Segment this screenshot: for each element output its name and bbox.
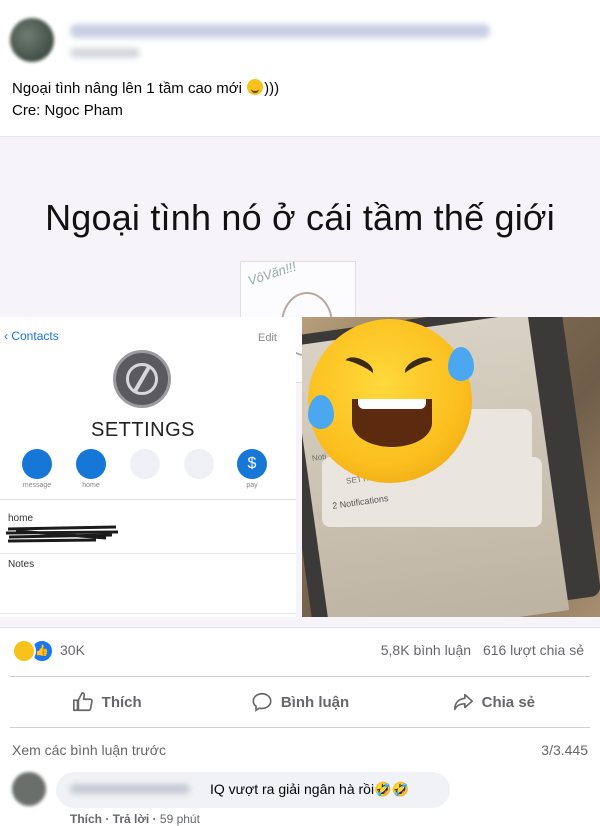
commenter-avatar[interactable] — [12, 772, 46, 806]
comment-like-link[interactable]: Thích — [70, 812, 102, 826]
thumbs-up-icon — [72, 692, 93, 712]
video-icon — [130, 449, 160, 479]
emoji-mouth — [352, 399, 432, 447]
view-previous-comments-link[interactable]: Xem các bình luận trước — [12, 742, 166, 758]
pay-icon: $ — [237, 449, 267, 479]
comment-bubble: IQ vượt ra giải ngân hà rồi🤣🤣 — [56, 772, 450, 808]
pay-label: pay — [246, 482, 258, 489]
comment-icon — [252, 692, 272, 712]
post-stats: 5,8K bình luận 616 lượt chia sẻ — [373, 642, 584, 658]
post-text-line-2: Cre: Ngoc Pham — [12, 102, 123, 119]
watermark-text: VôVăn!!! — [245, 258, 298, 289]
like-button[interactable]: Thích — [10, 677, 203, 727]
message-label: message — [22, 482, 52, 489]
settings-gear-icon — [113, 350, 171, 408]
share-count[interactable]: 616 lượt chia sẻ — [483, 642, 584, 658]
divider — [0, 613, 296, 614]
post-text-line-1: Ngoại tình nâng lên 1 tầm cao mới ))) — [12, 79, 280, 97]
contact-screenshot: ‹ Contacts Edit SETTINGS message home $ … — [0, 317, 296, 617]
home-action-label: home — [82, 482, 100, 489]
tear-drop — [308, 395, 334, 429]
censor-scribble — [6, 525, 118, 543]
share-icon — [453, 693, 473, 711]
haha-reaction-icon[interactable] — [12, 639, 36, 663]
comment-time[interactable]: 59 phút — [160, 812, 200, 826]
contacts-back-link: ‹ Contacts — [4, 329, 59, 343]
comment-count[interactable]: 5,8K bình luận — [381, 642, 471, 658]
author-name-blurred[interactable] — [70, 24, 490, 38]
phone-photo: Noti SETTINGS 2 Notifications — [302, 317, 600, 617]
divider — [0, 553, 296, 554]
post-text: Ngoại tình nâng lên 1 tầm cao mới ))) Cr… — [12, 78, 279, 122]
smiling-face-icon — [247, 79, 264, 95]
comment-pagination: 3/3.445 — [541, 742, 588, 758]
comment-actions: Thích · Trả lời · 59 phút — [70, 812, 200, 826]
comments-header: Xem các bình luận trước 3/3.445 — [12, 742, 588, 758]
post-meta-blurred[interactable] — [70, 48, 140, 58]
like-label: Thích — [101, 693, 142, 711]
divider — [0, 499, 296, 500]
share-button[interactable]: Chia sẻ — [397, 677, 590, 727]
mail-icon — [184, 449, 214, 479]
post-header — [0, 0, 600, 72]
action-bar: Thích Bình luận Chia sẻ — [10, 676, 590, 728]
emoji-eye — [402, 353, 436, 381]
edit-link: Edit — [258, 332, 277, 344]
reaction-count[interactable]: 30K — [60, 642, 85, 658]
post-image[interactable]: Ngoại tình nó ở cái tầm thế giới VôVăn!!… — [0, 136, 600, 628]
comment-reply-link[interactable]: Trả lời — [113, 812, 150, 826]
comment-text: IQ vượt ra giải ngân hà rồi🤣🤣 — [210, 781, 409, 797]
phone-icon — [76, 449, 106, 479]
reactions-row: 👍 30K 5,8K bình luận 616 lượt chia sẻ — [0, 636, 600, 664]
author-avatar[interactable] — [10, 18, 54, 62]
message-icon — [22, 449, 52, 479]
comment-label: Bình luận — [280, 693, 350, 711]
emoji-eye — [342, 353, 376, 381]
notes-label: Notes — [8, 559, 35, 570]
share-label: Chia sẻ — [481, 693, 535, 711]
meme-caption: Ngoại tình nó ở cái tầm thế giới — [45, 197, 555, 238]
commenter-name-blurred[interactable] — [70, 784, 190, 794]
tear-drop — [448, 347, 474, 381]
laughing-emoji-icon — [308, 319, 474, 483]
contact-name: SETTINGS — [90, 419, 195, 441]
comment-button[interactable]: Bình luận — [203, 677, 396, 727]
